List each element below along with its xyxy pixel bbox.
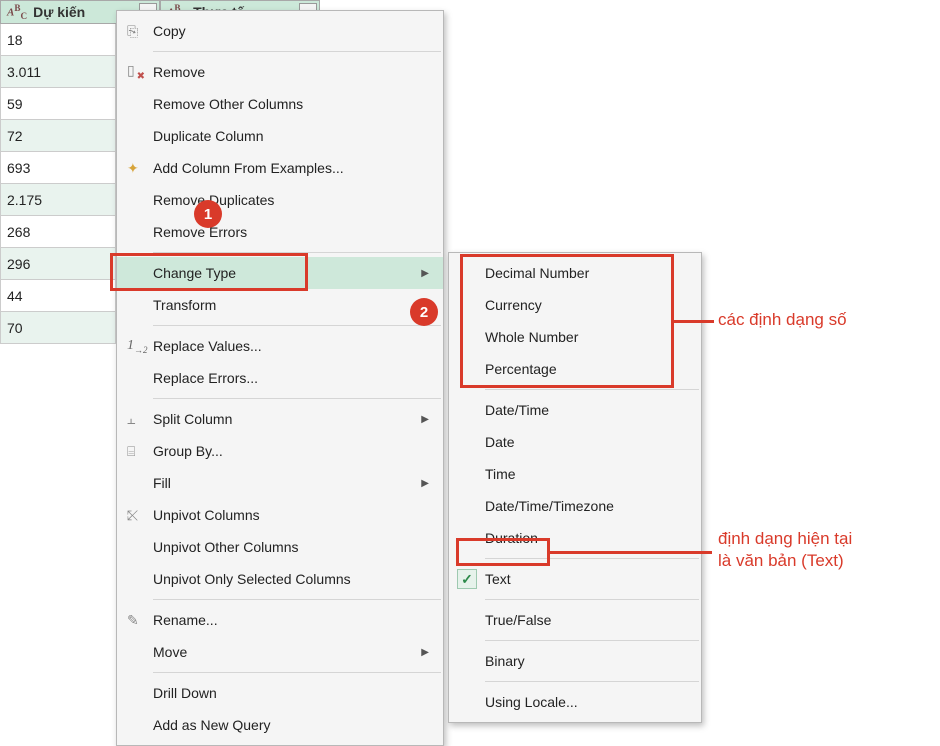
submenu-item-currency[interactable]: Currency <box>449 289 701 321</box>
remove-icon <box>117 64 153 80</box>
submenu-item-whole-number[interactable]: Whole Number <box>449 321 701 353</box>
submenu-arrow-icon: ▶ <box>421 268 433 279</box>
menu-item-replace-errors[interactable]: Replace Errors... <box>117 362 443 394</box>
menu-item-move[interactable]: Move ▶ <box>117 636 443 668</box>
menu-item-copy[interactable]: Copy <box>117 15 443 47</box>
menu-separator <box>485 681 699 682</box>
table-cell[interactable]: 2.175 <box>0 184 116 216</box>
annotation-line <box>674 320 714 323</box>
submenu-item-time[interactable]: Time <box>449 458 701 490</box>
annotation-badge-2: 2 <box>410 298 438 326</box>
menu-separator <box>485 558 699 559</box>
group-icon <box>117 443 153 459</box>
menu-separator <box>153 252 441 253</box>
submenu-item-using-locale[interactable]: Using Locale... <box>449 686 701 718</box>
table-cell[interactable]: 693 <box>0 152 116 184</box>
menu-item-add-as-new-query[interactable]: Add as New Query <box>117 709 443 741</box>
menu-item-drill-down[interactable]: Drill Down <box>117 677 443 709</box>
menu-item-duplicate-column[interactable]: Duplicate Column <box>117 120 443 152</box>
context-menu: Copy Remove Remove Other Columns Duplica… <box>116 10 444 746</box>
table-cell[interactable]: 296 <box>0 248 116 280</box>
menu-separator <box>485 640 699 641</box>
menu-item-remove[interactable]: Remove <box>117 56 443 88</box>
submenu-arrow-icon: ▶ <box>421 478 433 489</box>
change-type-submenu: Decimal Number Currency Whole Number Per… <box>448 252 702 723</box>
annotation-line <box>550 551 712 554</box>
table-cell[interactable]: 3.011 <box>0 56 116 88</box>
annotation-badge-1: 1 <box>194 200 222 228</box>
submenu-item-true-false[interactable]: True/False <box>449 604 701 636</box>
submenu-arrow-icon: ▶ <box>421 647 433 658</box>
table-cell[interactable]: 72 <box>0 120 116 152</box>
menu-item-unpivot-columns[interactable]: Unpivot Columns <box>117 499 443 531</box>
menu-separator <box>153 599 441 600</box>
menu-item-split-column[interactable]: Split Column ▶ <box>117 403 443 435</box>
menu-item-remove-duplicates[interactable]: Remove Duplicates <box>117 184 443 216</box>
rename-icon <box>117 612 153 628</box>
table-cell[interactable]: 18 <box>0 24 116 56</box>
submenu-item-date[interactable]: Date <box>449 426 701 458</box>
table-cell[interactable]: 44 <box>0 280 116 312</box>
submenu-item-percentage[interactable]: Percentage <box>449 353 701 385</box>
replace-icon: 1→2 <box>117 338 153 354</box>
menu-separator <box>153 325 441 326</box>
menu-separator <box>153 672 441 673</box>
menu-item-unpivot-other-columns[interactable]: Unpivot Other Columns <box>117 531 443 563</box>
table-cell[interactable]: 70 <box>0 312 116 344</box>
split-icon <box>117 411 153 427</box>
table-cell[interactable]: 59 <box>0 88 116 120</box>
table-cell[interactable]: 268 <box>0 216 116 248</box>
menu-item-change-type[interactable]: Change Type ▶ <box>117 257 443 289</box>
sparkle-icon <box>117 160 153 176</box>
menu-separator <box>485 599 699 600</box>
submenu-item-duration[interactable]: Duration <box>449 522 701 554</box>
menu-separator <box>153 51 441 52</box>
menu-item-remove-other-columns[interactable]: Remove Other Columns <box>117 88 443 120</box>
data-column: 18 3.011 59 72 693 2.175 268 296 44 70 <box>0 24 116 344</box>
submenu-arrow-icon: ▶ <box>421 414 433 425</box>
annotation-text-current-format: định dạng hiện tại là văn bản (Text) <box>718 528 852 572</box>
type-icon: ABC <box>1 3 31 21</box>
menu-separator <box>485 389 699 390</box>
menu-item-unpivot-only-selected[interactable]: Unpivot Only Selected Columns <box>117 563 443 595</box>
annotation-text-number-formats: các định dạng số <box>718 309 847 331</box>
menu-item-fill[interactable]: Fill ▶ <box>117 467 443 499</box>
menu-item-group-by[interactable]: Group By... <box>117 435 443 467</box>
submenu-item-text[interactable]: ✓ Text <box>449 563 701 595</box>
menu-item-add-column-from-examples[interactable]: Add Column From Examples... <box>117 152 443 184</box>
menu-separator <box>153 398 441 399</box>
check-icon: ✓ <box>449 569 485 589</box>
menu-item-remove-errors[interactable]: Remove Errors <box>117 216 443 248</box>
submenu-item-datetime[interactable]: Date/Time <box>449 394 701 426</box>
submenu-item-date-time-timezone[interactable]: Date/Time/Timezone <box>449 490 701 522</box>
copy-icon <box>117 23 153 39</box>
menu-item-rename[interactable]: Rename... <box>117 604 443 636</box>
menu-item-transform[interactable]: Transform ▶ <box>117 289 443 321</box>
unpivot-icon <box>117 507 153 523</box>
submenu-item-decimal[interactable]: Decimal Number <box>449 257 701 289</box>
submenu-item-binary[interactable]: Binary <box>449 645 701 677</box>
menu-item-replace-values[interactable]: 1→2 Replace Values... <box>117 330 443 362</box>
